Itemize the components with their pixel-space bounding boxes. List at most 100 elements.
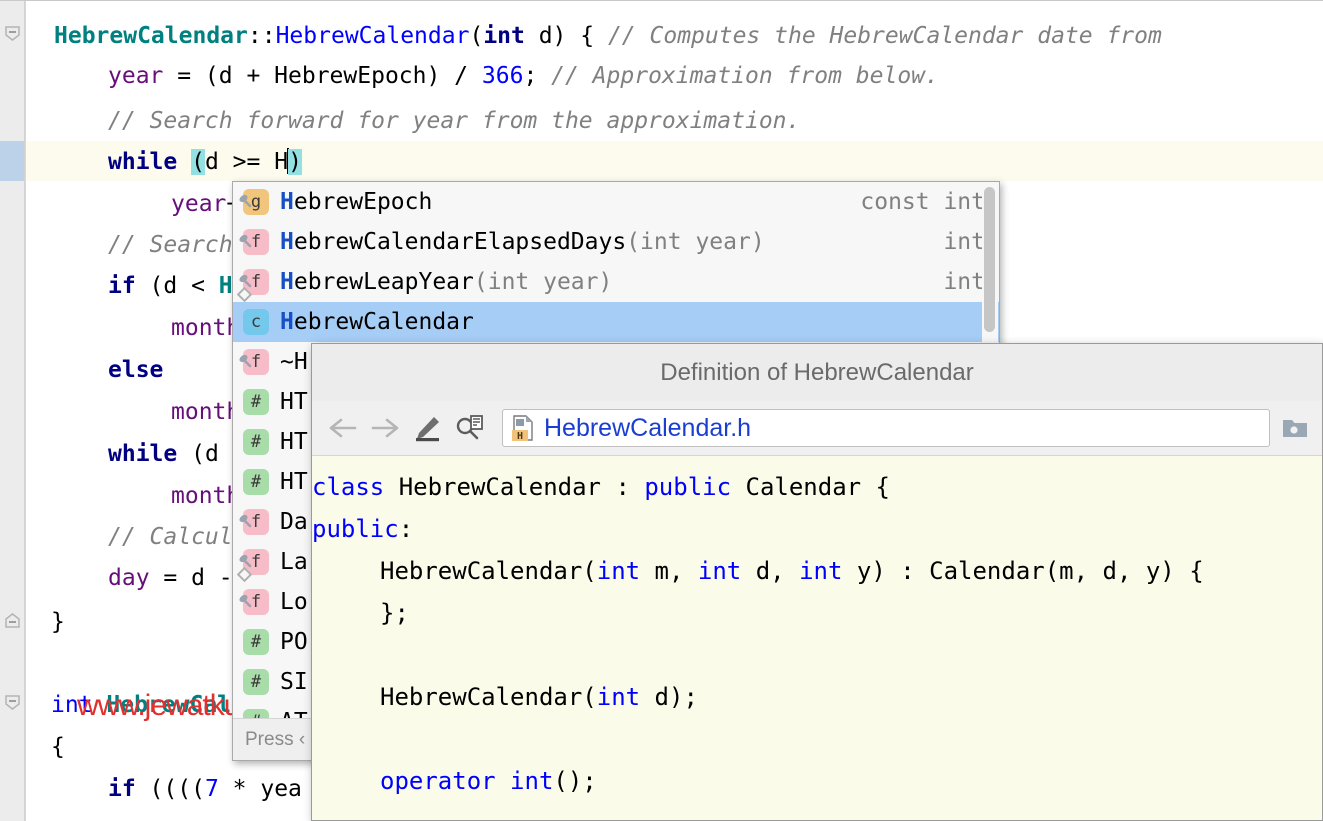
code-token: d >= H	[204, 149, 289, 175]
code-token: ;	[523, 63, 552, 89]
completion-match-prefix: H	[280, 309, 294, 335]
code-line: year+	[171, 184, 240, 224]
code-token: = d -	[149, 565, 233, 591]
access-modifier-pin-icon	[238, 264, 252, 288]
fold-toggle-icon[interactable]	[4, 25, 21, 42]
code-token: // Search	[108, 232, 233, 258]
completion-kind-f-icon: f	[239, 509, 269, 535]
code-token: )	[288, 149, 302, 175]
completion-item-label: Lo	[280, 589, 308, 615]
code-token: 7	[204, 776, 219, 802]
completion-match-prefix: H	[280, 189, 294, 215]
definition-popup-title: Definition of HebrewCalendar	[312, 344, 1322, 402]
access-modifier-pin-icon	[238, 224, 252, 248]
code-token: 366	[481, 63, 524, 89]
code-token: public	[644, 473, 732, 501]
access-modifier-pin-icon	[238, 544, 252, 568]
code-token: d) {	[524, 23, 608, 49]
code-token: while	[108, 441, 178, 467]
code-line: {	[51, 727, 65, 767]
code-token: d,	[741, 557, 800, 585]
code-token: // Calcul	[108, 524, 233, 550]
completion-item[interactable]: g HebrewEpoch const int	[233, 182, 999, 222]
code-line: month	[171, 476, 240, 516]
code-token: day	[108, 565, 150, 591]
access-modifier-pin-icon	[238, 344, 252, 368]
access-modifier-pin-icon	[238, 504, 252, 528]
code-token: int	[596, 683, 641, 711]
completion-kind-f-icon: f	[236, 269, 269, 303]
code-token: HebrewCalendar(	[380, 557, 597, 585]
code-line: if ((((7 * yea	[108, 769, 302, 809]
code-token: class	[312, 473, 385, 501]
definition-code-preview[interactable]: class HebrewCalendar : public Calendar {…	[312, 456, 1322, 820]
code-token: d);	[640, 683, 698, 711]
completion-item-type: const int	[860, 189, 985, 215]
completion-item[interactable]: c HebrewCalendar	[233, 302, 999, 342]
open-folder-icon[interactable]	[1278, 408, 1312, 448]
code-token: HebrewCalendar :	[384, 473, 645, 501]
code-token: operator	[380, 767, 496, 795]
code-token: month	[171, 315, 241, 341]
code-line: day = d -	[108, 558, 233, 598]
completion-kind-f-icon: f	[239, 589, 269, 615]
completion-item-label: HebrewEpoch	[280, 189, 433, 215]
code-token: else	[108, 357, 164, 383]
code-token: HebrewCalendar(	[380, 683, 597, 711]
code-line: HebrewCalendar(int m, int d, int y) : Ca…	[380, 550, 1204, 592]
completion-item[interactable]: f HebrewLeapYear (int year) int	[233, 262, 999, 303]
edit-pencil-icon[interactable]	[406, 407, 448, 449]
forward-arrow-icon[interactable]	[364, 407, 406, 449]
code-token: (	[191, 149, 205, 175]
code-line: HebrewCalendar(int d);	[380, 676, 698, 718]
code-line: else	[108, 350, 163, 390]
back-arrow-icon[interactable]	[322, 407, 364, 449]
code-line: if (d < H	[108, 266, 233, 306]
ide-screenshot: HebrewCalendar::HebrewCalendar(int d) { …	[0, 0, 1323, 821]
definition-popup[interactable]: Definition of HebrewCalendar H HebrewCal…	[311, 343, 1323, 821]
editor-gutter[interactable]	[0, 1, 25, 821]
code-token: int	[596, 557, 641, 585]
code-token: int	[697, 557, 742, 585]
code-token: int	[51, 692, 93, 718]
completion-kind-f-icon: f	[239, 229, 269, 255]
code-token: (d	[177, 441, 219, 467]
code-token: int	[799, 557, 843, 585]
code-token: // Search forward for year from the appr…	[108, 108, 801, 134]
completion-kind-f-icon: f	[239, 349, 269, 375]
code-token: while	[108, 149, 178, 175]
completion-item-label: Da	[280, 509, 308, 535]
completion-match-prefix: H	[280, 269, 294, 295]
find-usages-icon[interactable]	[448, 407, 490, 449]
completion-match-prefix: H	[280, 229, 294, 255]
code-line: month	[171, 392, 240, 432]
code-token: H	[218, 273, 233, 299]
code-token: if	[108, 776, 136, 802]
completion-kind-h-icon: #	[243, 629, 269, 655]
completion-scrollbar-thumb[interactable]	[984, 187, 995, 332]
code-token: ();	[553, 767, 597, 795]
completion-item-type: int	[943, 229, 985, 255]
code-token: };	[380, 599, 409, 627]
code-token: HebrewCal	[106, 692, 232, 718]
completion-item-label: HT	[280, 469, 308, 495]
definition-toolbar[interactable]: H HebrewCalendar.h	[312, 401, 1322, 456]
completion-item-label: SI	[280, 669, 308, 695]
static-member-diamond-icon	[236, 286, 253, 303]
code-token: ::	[247, 23, 276, 49]
code-token: // Computes the HebrewCalendar date from	[607, 23, 1162, 49]
definition-file-name: HebrewCalendar.h	[544, 413, 752, 442]
fold-toggle-icon[interactable]	[4, 612, 21, 629]
completion-kind-f-icon: f	[236, 549, 269, 583]
completion-item-label: La	[280, 549, 308, 575]
completion-item[interactable]: f HebrewCalendarElapsedDays (int year) int	[233, 222, 999, 262]
completion-item-label: HT	[280, 389, 308, 415]
definition-file-field[interactable]: H HebrewCalendar.h	[502, 409, 1270, 447]
access-modifier-pin-icon	[238, 184, 252, 208]
code-token: year	[108, 63, 164, 89]
completion-item-label: HT	[280, 429, 308, 455]
code-token: ((((	[135, 776, 205, 802]
fold-toggle-icon[interactable]	[4, 694, 21, 711]
